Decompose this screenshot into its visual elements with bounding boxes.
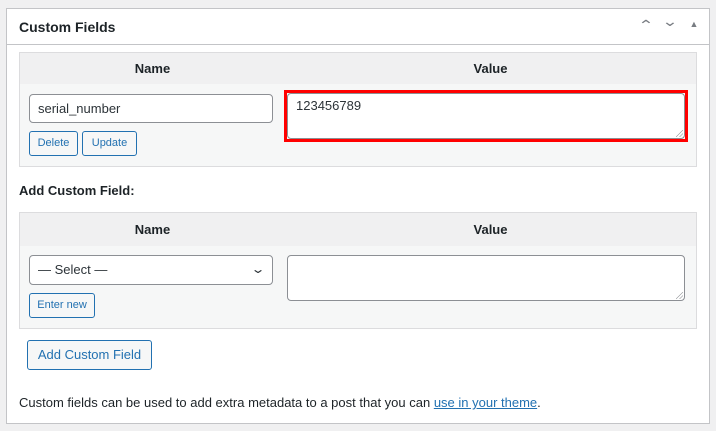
move-down-icon[interactable]: ⌄ bbox=[660, 13, 680, 34]
enter-new-button[interactable]: Enter new bbox=[29, 293, 95, 318]
meta-key-input[interactable] bbox=[29, 94, 273, 123]
custom-fields-panel: Custom Fields ⌃ ⌄ ▲ Name Value 123456789… bbox=[6, 8, 710, 424]
meta-key-select[interactable]: — Select — ⌄ bbox=[29, 255, 273, 285]
delete-button[interactable]: Delete bbox=[29, 131, 78, 156]
value-column-header: Value bbox=[285, 213, 696, 246]
help-text-body: Custom fields can be used to add extra m… bbox=[19, 395, 434, 410]
new-field-table: Name Value — Select — ⌄ Enter new bbox=[19, 212, 697, 329]
resize-handle-icon[interactable] bbox=[676, 292, 683, 299]
value-column-header: Value bbox=[285, 53, 696, 84]
name-column-header: Name bbox=[20, 213, 285, 246]
meta-value-textarea[interactable]: 123456789 bbox=[287, 93, 685, 139]
chevron-down-icon: ⌄ bbox=[250, 262, 266, 276]
panel-header: Custom Fields ⌃ ⌄ ▲ bbox=[7, 9, 709, 45]
update-button[interactable]: Update bbox=[82, 131, 137, 156]
resize-handle-icon[interactable] bbox=[676, 130, 683, 137]
name-column-header: Name bbox=[20, 53, 285, 84]
existing-fields-table: Name Value 123456789 Delete Update bbox=[19, 52, 697, 167]
panel-title: Custom Fields bbox=[19, 19, 116, 35]
add-custom-field-label: Add Custom Field: bbox=[19, 183, 135, 198]
select-value: — Select — bbox=[38, 262, 108, 277]
collapse-toggle-icon[interactable]: ▲ bbox=[687, 19, 701, 34]
help-text: Custom fields can be used to add extra m… bbox=[19, 395, 541, 410]
use-in-theme-link[interactable]: use in your theme bbox=[434, 395, 537, 410]
new-meta-value-textarea[interactable] bbox=[287, 255, 685, 301]
help-text-suffix: . bbox=[537, 395, 541, 410]
add-custom-field-button[interactable]: Add Custom Field bbox=[27, 340, 152, 370]
move-up-icon[interactable]: ⌃ bbox=[636, 17, 656, 34]
meta-value-text: 123456789 bbox=[296, 98, 362, 113]
